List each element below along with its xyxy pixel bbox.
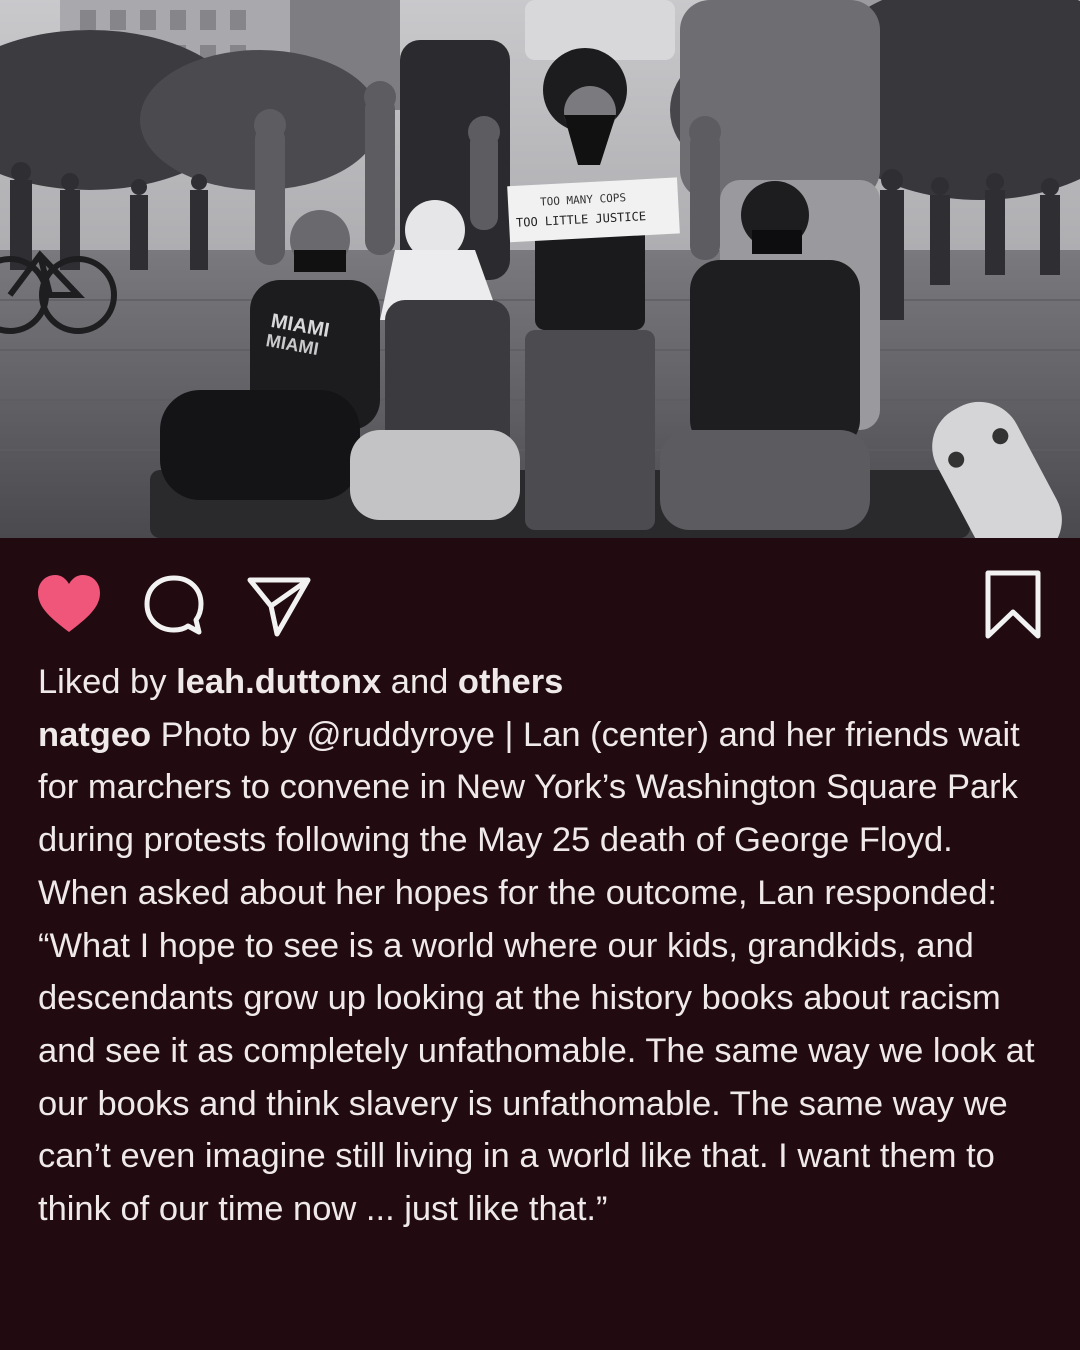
- likes-middle: and: [381, 663, 458, 701]
- post-text-area: Liked by leah.duttonx and others natgeo …: [38, 656, 1048, 1236]
- post-photo[interactable]: TOO MANY COPS TOO LITTLE JUSTICE MIAMI M…: [0, 0, 1080, 538]
- paper-plane-icon[interactable]: [244, 570, 314, 640]
- instagram-post: TOO MANY COPS TOO LITTLE JUSTICE MIAMI M…: [0, 0, 1080, 1350]
- caption-username[interactable]: natgeo: [38, 716, 151, 754]
- caption-text: Photo by @ruddyroye | Lan (center) and h…: [38, 715, 1035, 1229]
- post-caption: natgeo Photo by @ruddyroye | Lan (center…: [38, 709, 1048, 1236]
- likes-summary: Liked by leah.duttonx and others: [38, 656, 1048, 709]
- bookmark-icon[interactable]: [978, 570, 1048, 640]
- liked-by-username[interactable]: leah.duttonx: [176, 663, 381, 701]
- heart-icon[interactable]: [34, 570, 104, 640]
- comment-icon[interactable]: [139, 570, 209, 640]
- protest-photo-illustration: TOO MANY COPS TOO LITTLE JUSTICE MIAMI M…: [0, 0, 1080, 538]
- likes-prefix: Liked by: [38, 663, 177, 701]
- post-action-bar: [0, 538, 1080, 658]
- likes-others-link[interactable]: others: [458, 663, 563, 701]
